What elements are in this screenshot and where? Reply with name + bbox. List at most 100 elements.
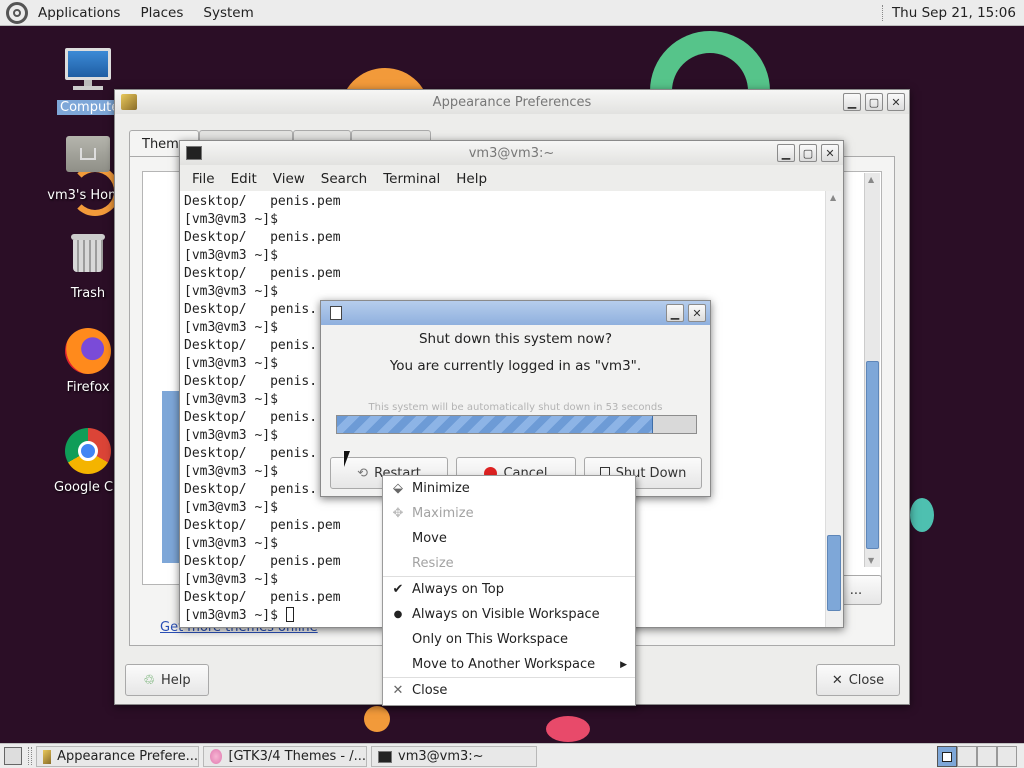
window-title: vm3@vm3:~ xyxy=(468,145,555,161)
bottom-panel: Appearance Prefere... [GTK3/4 Themes - /… xyxy=(0,743,1024,768)
window-titlebar[interactable]: vm3@vm3:~ ▁ ▢ ✕ xyxy=(180,141,843,165)
window-title: Appearance Preferences xyxy=(432,94,592,110)
terminal-line: Desktop/ penis.pem xyxy=(184,266,341,281)
desktop-icon-label: Firefox xyxy=(66,380,110,395)
mouse-cursor xyxy=(344,451,356,467)
wallpaper-orange-dot xyxy=(364,706,390,732)
dialog-subtext: You are currently logged in as "vm3". xyxy=(389,358,642,374)
menu-search[interactable]: Search xyxy=(313,171,375,187)
menu-terminal[interactable]: Terminal xyxy=(375,171,448,187)
maximize-button[interactable]: ▢ xyxy=(799,144,817,162)
menu-item-label: Always on Top xyxy=(412,582,504,597)
browser-icon xyxy=(210,749,223,764)
menu-item-label: Maximize xyxy=(412,506,474,521)
theme-list-scrollbar[interactable]: ▲ ▼ xyxy=(864,173,880,567)
menu-item-close[interactable]: ✕ Close xyxy=(383,678,635,703)
terminal-line: Desktop/ penis.pem xyxy=(184,230,341,245)
menu-item-label: Resize xyxy=(412,556,454,571)
close-icon: ✕ xyxy=(831,672,843,688)
workspace-1[interactable] xyxy=(937,746,957,767)
maximize-icon: ✥ xyxy=(392,506,404,521)
minimize-button[interactable]: ▁ xyxy=(777,144,795,162)
desktop-icon-label: Trash xyxy=(70,286,106,301)
menu-item-label: Always on Visible Workspace xyxy=(412,607,600,622)
radio-bullet-icon: ● xyxy=(393,609,403,620)
distro-logo-icon[interactable] xyxy=(6,1,28,24)
help-button-label: Help xyxy=(161,672,191,688)
workspace-4[interactable] xyxy=(997,746,1017,767)
home-folder-icon xyxy=(64,136,112,184)
menu-item-label: Minimize xyxy=(412,481,470,496)
clock[interactable]: Thu Sep 21, 15:06 xyxy=(892,5,1016,21)
panel-handle xyxy=(28,747,32,765)
terminal-line: Desktop/ penis.pem xyxy=(184,194,341,209)
countdown-text: This system will be automatically shut d… xyxy=(368,402,663,413)
close-icon: ✕ xyxy=(392,683,404,698)
maximize-button[interactable]: ▢ xyxy=(865,93,883,111)
menu-item-label: Only on This Workspace xyxy=(412,632,568,647)
menu-item-always-on-visible-workspace[interactable]: ● Always on Visible Workspace xyxy=(383,602,635,627)
workspace-3[interactable] xyxy=(977,746,997,767)
system-menu[interactable]: System xyxy=(193,0,263,26)
menu-file[interactable]: File xyxy=(180,171,223,187)
terminal-line: [vm3@vm3 ~]$ xyxy=(184,284,278,299)
close-icon[interactable]: ✕ xyxy=(688,304,706,322)
trash-icon xyxy=(64,234,112,282)
menu-item-resize: Resize xyxy=(383,551,635,576)
menu-help[interactable]: Help xyxy=(448,171,495,187)
close-icon[interactable]: ✕ xyxy=(821,144,839,162)
minimize-button[interactable]: ▁ xyxy=(843,93,861,111)
scrollbar-thumb[interactable] xyxy=(866,361,879,549)
check-icon: ✔ xyxy=(392,582,404,597)
window-titlebar[interactable]: Appearance Preferences ▁ ▢ ✕ xyxy=(115,90,909,114)
task-label: Appearance Prefere... xyxy=(57,749,198,764)
menu-item-only-on-this-workspace[interactable]: Only on This Workspace xyxy=(383,627,635,652)
scrollbar-thumb[interactable] xyxy=(827,535,841,611)
task-appearance-preferences[interactable]: Appearance Prefere... xyxy=(36,746,199,767)
minimize-button[interactable]: ▁ xyxy=(666,304,684,322)
wallpaper-teal-blob xyxy=(910,498,934,532)
wallpaper-pink-dot xyxy=(546,716,590,742)
menu-item-always-on-top[interactable]: ✔ Always on Top xyxy=(383,577,635,602)
dialog-heading: Shut down this system now? xyxy=(418,331,613,347)
computer-icon xyxy=(64,48,112,96)
countdown-progress-bar xyxy=(336,415,697,434)
menu-item-label: Move xyxy=(412,531,447,546)
workspace-2[interactable] xyxy=(957,746,977,767)
terminal-icon xyxy=(378,750,392,763)
restart-icon: ⟲ xyxy=(357,465,369,481)
help-button[interactable]: ♲ Help xyxy=(125,664,209,696)
close-button-label: Close xyxy=(848,672,885,688)
top-panel: Applications Places System Thu Sep 21, 1… xyxy=(0,0,1024,26)
terminal-cursor xyxy=(285,607,294,622)
task-terminal[interactable]: vm3@vm3:~ xyxy=(371,746,537,767)
terminal-line: [vm3@vm3 ~]$ xyxy=(184,212,278,227)
desktop-icon-label: Computer xyxy=(57,100,119,115)
panel-separator xyxy=(881,5,884,21)
dialog-titlebar[interactable]: ▁ ✕ xyxy=(321,301,710,325)
terminal-line: [vm3@vm3 ~]$ xyxy=(184,248,278,263)
window-context-menu: ⬙ Minimize ✥ Maximize Move Resize ✔ Alwa… xyxy=(382,475,636,706)
menu-item-move-to-another-workspace[interactable]: Move to Another Workspace ▶ xyxy=(383,652,635,677)
task-label: [GTK3/4 Themes - /... xyxy=(228,749,366,764)
menu-view[interactable]: View xyxy=(265,171,313,187)
appearance-app-icon xyxy=(121,94,137,110)
menu-item-move[interactable]: Move xyxy=(383,526,635,551)
terminal-app-icon xyxy=(186,146,202,160)
show-desktop-icon[interactable] xyxy=(4,747,22,765)
workspace-switcher[interactable] xyxy=(937,746,1019,767)
appearance-icon xyxy=(43,749,52,764)
close-icon[interactable]: ✕ xyxy=(887,93,905,111)
menu-item-minimize[interactable]: ⬙ Minimize xyxy=(383,476,635,501)
shutdown-dialog[interactable]: ▁ ✕ Shut down this system now? You are c… xyxy=(320,300,711,497)
task-browser-gtk-themes[interactable]: [GTK3/4 Themes - /... xyxy=(203,746,367,767)
submenu-arrow-icon: ▶ xyxy=(620,659,627,670)
close-button[interactable]: ✕ Close xyxy=(816,664,900,696)
menu-edit[interactable]: Edit xyxy=(223,171,265,187)
dialog-icon xyxy=(330,306,342,320)
places-menu[interactable]: Places xyxy=(130,0,193,26)
terminal-menubar: File Edit View Search Terminal Help xyxy=(180,167,495,191)
applications-menu[interactable]: Applications xyxy=(28,0,130,26)
minimize-icon: ⬙ xyxy=(393,481,403,496)
terminal-scrollbar[interactable]: ▲ xyxy=(825,191,841,627)
